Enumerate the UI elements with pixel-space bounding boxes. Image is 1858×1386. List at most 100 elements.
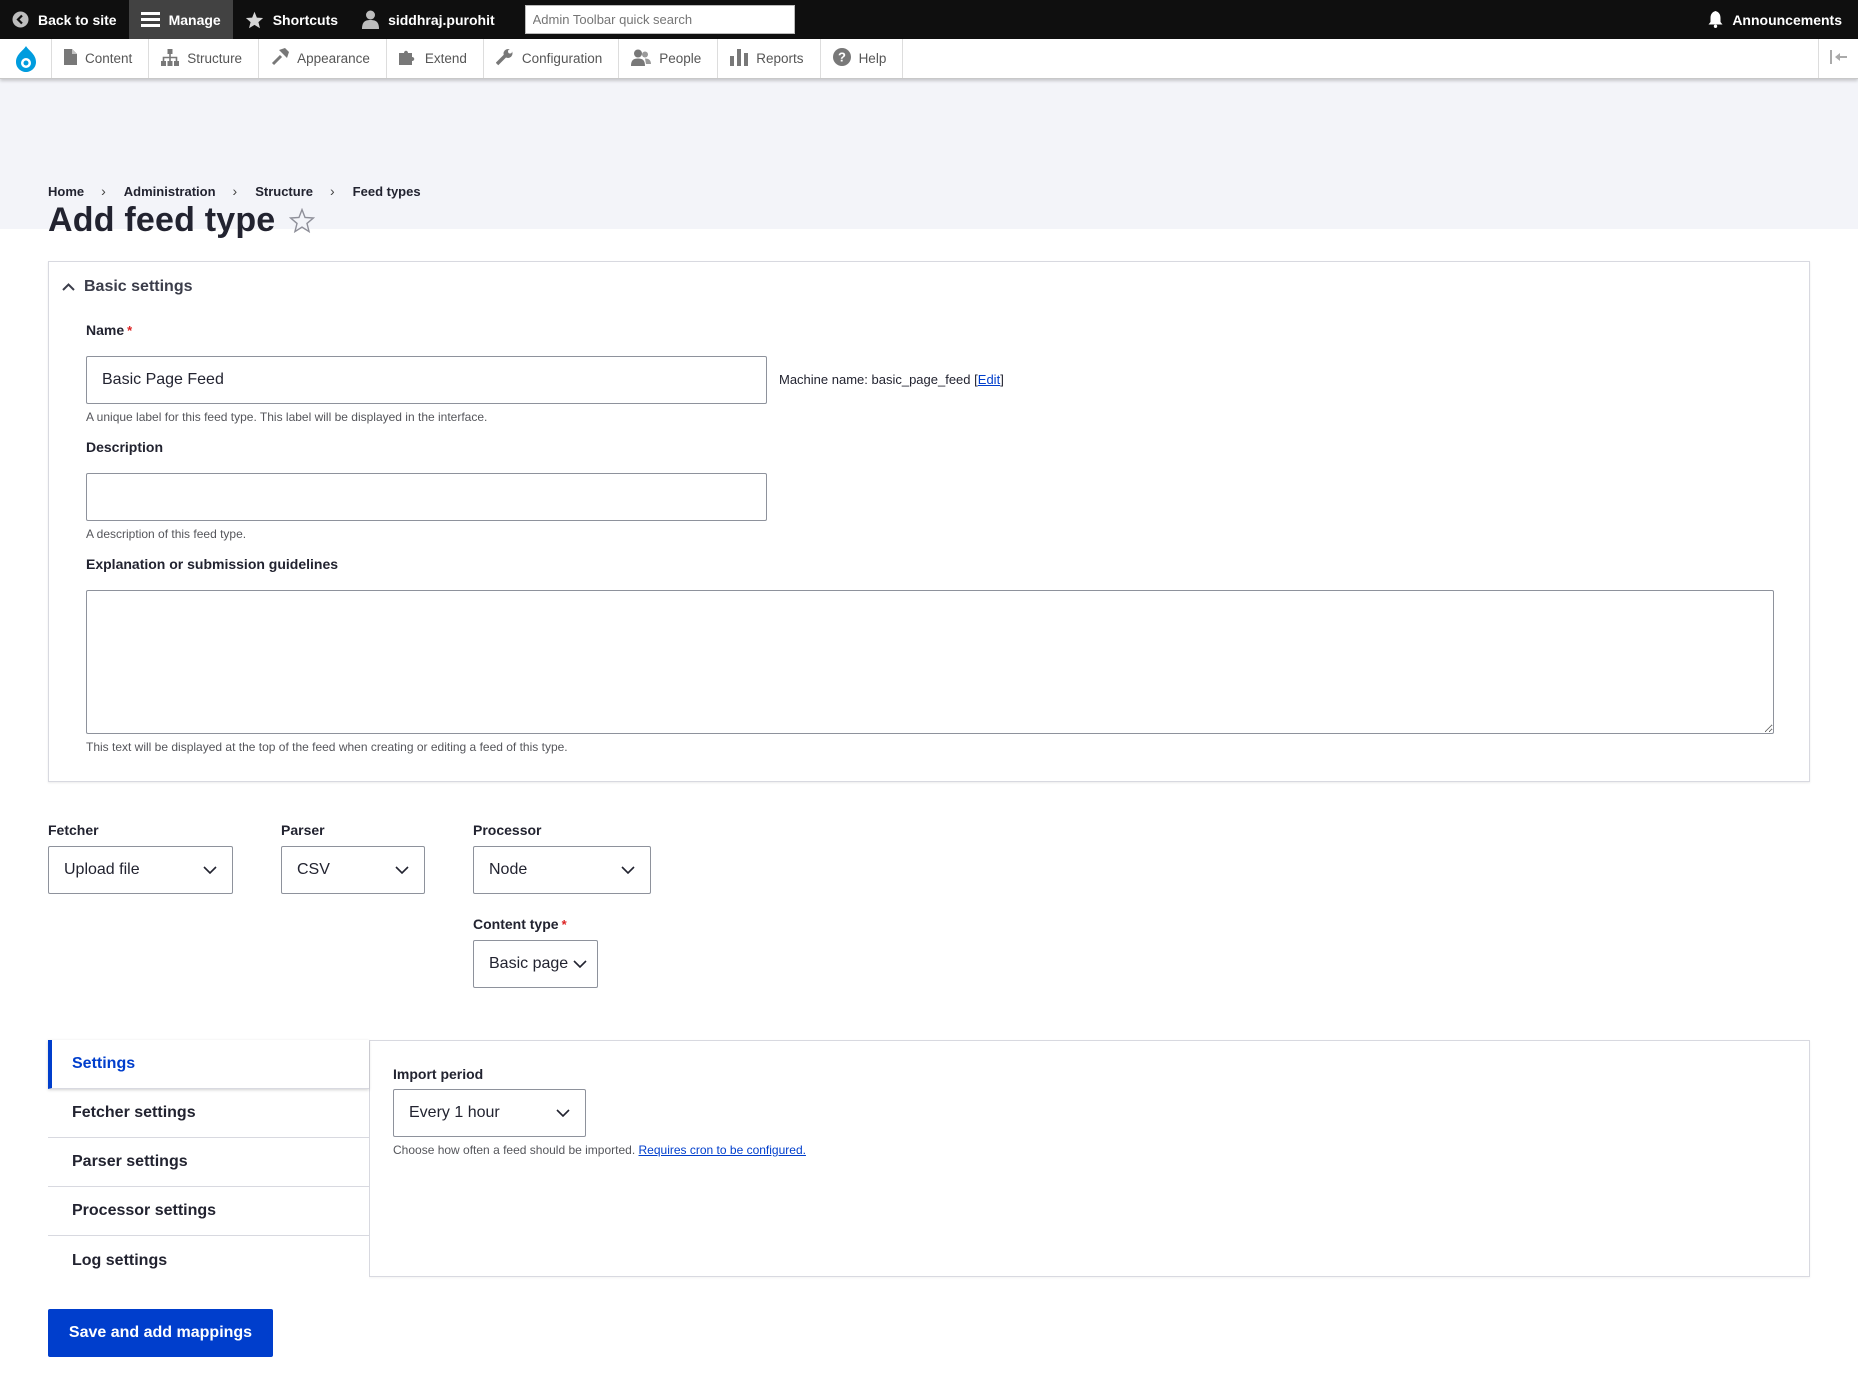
save-and-add-mappings-button[interactable]: Save and add mappings xyxy=(48,1309,273,1357)
collapse-arrow-icon xyxy=(1829,50,1848,67)
appearance-icon xyxy=(271,48,290,69)
processor-label: Processor xyxy=(473,822,542,838)
tab-processor-settings[interactable]: Processor settings xyxy=(48,1187,369,1236)
page-header: Home › Administration › Structure › Feed… xyxy=(0,79,1858,239)
drupal-drop-icon xyxy=(15,45,36,72)
content-type-select-value: Basic page xyxy=(489,955,569,972)
bell-icon xyxy=(1708,11,1723,28)
tab-label: Processor settings xyxy=(72,1202,217,1219)
description-field-label: Description xyxy=(86,439,163,455)
user-tab[interactable]: siddhraj.purohit xyxy=(350,0,507,39)
back-to-site-link[interactable]: Back to site xyxy=(0,0,129,39)
admin-tray: Content Structure Appearance Extend Conf… xyxy=(0,39,1858,79)
tray-item-structure[interactable]: Structure xyxy=(149,39,260,78)
tray-item-content[interactable]: Content xyxy=(52,39,150,78)
page-title-row: Add feed type xyxy=(48,201,316,240)
basic-settings-details: Basic settings Name * Machine name: basi… xyxy=(48,261,1810,782)
vertical-tabs-panel: Import period Every 1 hour Choose how of… xyxy=(369,1040,1810,1277)
fetcher-select[interactable]: Upload file xyxy=(48,846,233,894)
breadcrumb-separator: › xyxy=(101,183,106,199)
tray-item-label: Extend xyxy=(424,51,467,66)
tray-item-label: Content xyxy=(85,51,133,66)
announcements-tab[interactable]: Announcements xyxy=(1696,0,1858,39)
chevron-down-icon xyxy=(395,861,409,879)
parser-label: Parser xyxy=(281,822,325,838)
extend-icon xyxy=(398,48,417,69)
tab-label: Parser settings xyxy=(72,1153,188,1170)
processor-select[interactable]: Node xyxy=(473,846,651,894)
name-field[interactable] xyxy=(86,356,767,404)
tray-orientation-toggle[interactable] xyxy=(1818,39,1858,78)
help-field-label: Explanation or submission guidelines xyxy=(86,556,338,572)
user-icon xyxy=(362,10,380,29)
breadcrumb-structure[interactable]: Structure xyxy=(255,184,313,199)
tray-item-configuration[interactable]: Configuration xyxy=(484,39,620,78)
name-description: A unique label for this feed type. This … xyxy=(86,410,488,424)
tray-item-people[interactable]: People xyxy=(619,39,719,78)
chevron-down-icon xyxy=(556,1104,570,1122)
tab-log-settings[interactable]: Log settings xyxy=(48,1236,369,1285)
tray-item-help[interactable]: ? Help xyxy=(821,39,904,78)
tray-item-extend[interactable]: Extend xyxy=(387,39,484,78)
fetcher-select-value: Upload file xyxy=(64,861,140,878)
chevron-down-icon xyxy=(621,861,635,879)
tray-item-label: People xyxy=(659,51,702,66)
wrench-icon xyxy=(495,48,514,69)
page-title: Add feed type xyxy=(48,201,276,239)
breadcrumb-feed-types[interactable]: Feed types xyxy=(353,184,421,199)
people-icon xyxy=(631,49,652,69)
tray-item-label: Appearance xyxy=(297,51,370,66)
breadcrumb-separator: › xyxy=(232,183,238,199)
import-period-description: Choose how often a feed should be import… xyxy=(393,1143,806,1157)
machine-name: Machine name: basic_page_feed [Edit] xyxy=(779,372,1004,387)
chevron-down-icon xyxy=(203,861,217,879)
reports-icon xyxy=(730,48,749,69)
description-label-text: Description xyxy=(86,439,164,455)
parser-select[interactable]: CSV xyxy=(281,846,425,894)
machine-name-text: Machine name: basic_page_feed xyxy=(779,372,971,387)
processor-select-value: Node xyxy=(489,861,528,878)
tray-item-reports[interactable]: Reports xyxy=(718,39,821,78)
tray-item-appearance[interactable]: Appearance xyxy=(259,39,387,78)
tab-fetcher-settings[interactable]: Fetcher settings xyxy=(48,1089,369,1138)
import-period-select[interactable]: Every 1 hour xyxy=(393,1089,586,1137)
structure-icon xyxy=(161,48,180,69)
fetcher-label: Fetcher xyxy=(48,822,99,838)
drupal-logo[interactable] xyxy=(0,39,52,78)
tray-item-label: Reports xyxy=(756,51,804,66)
shortcuts-label: Shortcuts xyxy=(272,11,339,28)
tab-settings[interactable]: Settings xyxy=(48,1040,369,1089)
name-label-text: Name xyxy=(86,322,125,338)
help-label-text: Explanation or submission guidelines xyxy=(86,556,339,572)
back-arrow-icon xyxy=(12,11,29,28)
hamburger-icon xyxy=(140,12,160,27)
required-marker: * xyxy=(127,322,133,338)
tab-parser-settings[interactable]: Parser settings xyxy=(48,1138,369,1187)
admin-quick-search-input[interactable] xyxy=(524,5,795,34)
shortcuts-tab[interactable]: Shortcuts xyxy=(233,0,350,39)
tab-label: Settings xyxy=(72,1055,136,1072)
tab-label: Fetcher settings xyxy=(72,1104,196,1121)
add-shortcut-star-icon[interactable] xyxy=(289,208,316,233)
help-description: This text will be displayed at the top o… xyxy=(86,740,568,754)
machine-name-edit-link[interactable]: Edit xyxy=(978,372,1000,387)
basic-settings-summary[interactable]: Basic settings xyxy=(62,278,192,296)
machine-bracket-close: ] xyxy=(1000,372,1004,387)
tray-item-label: Help xyxy=(858,51,887,66)
breadcrumb: Home › Administration › Structure › Feed… xyxy=(48,183,421,199)
basic-settings-title: Basic settings xyxy=(84,278,193,295)
help-textarea[interactable] xyxy=(86,590,1774,734)
user-name-label: siddhraj.purohit xyxy=(388,11,495,28)
content-type-label: Content type * xyxy=(473,916,567,932)
required-marker: * xyxy=(561,916,567,932)
breadcrumb-administration[interactable]: Administration xyxy=(124,184,216,199)
announcements-label: Announcements xyxy=(1732,11,1842,28)
import-period-help: Choose how often a feed should be import… xyxy=(393,1143,636,1157)
chevron-up-icon xyxy=(62,278,75,296)
content-icon xyxy=(64,49,77,68)
content-type-select[interactable]: Basic page xyxy=(473,940,598,988)
breadcrumb-home[interactable]: Home xyxy=(48,184,84,199)
cron-config-link[interactable]: Requires cron to be configured. xyxy=(639,1143,806,1157)
description-field[interactable] xyxy=(86,473,767,521)
manage-tab[interactable]: Manage xyxy=(128,0,233,39)
